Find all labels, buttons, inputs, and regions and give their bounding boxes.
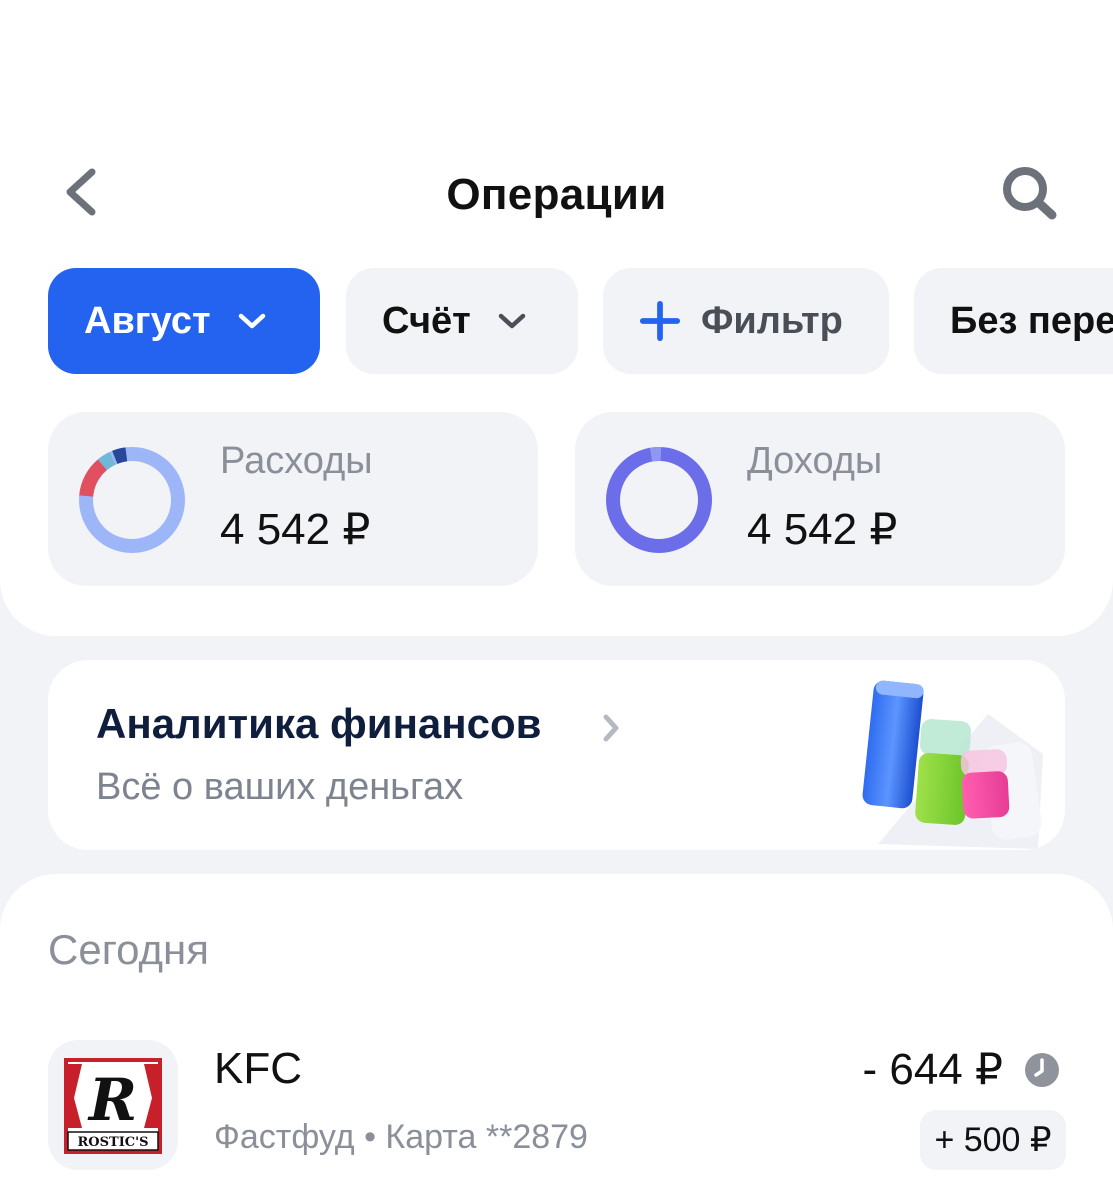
expenses-label: Расходы: [220, 440, 373, 482]
top-panel: Операции Август Счёт Фильтр Без пере Рас…: [0, 0, 1113, 636]
expenses-card[interactable]: Расходы 4 542 ₽: [48, 412, 538, 586]
bar-chart-illustration-icon: [862, 680, 1043, 849]
clock-icon: [1025, 1053, 1059, 1087]
add-filter-label: Фильтр: [701, 299, 843, 342]
plus-icon: [639, 300, 681, 342]
income-label: Доходы: [747, 440, 883, 482]
logo-text: ROSTIC'S: [78, 1135, 149, 1150]
expenses-donut-chart: [79, 447, 185, 553]
chevron-right-icon: [603, 714, 619, 742]
chevron-down-icon: [498, 313, 525, 329]
chevron-down-icon: [238, 313, 265, 329]
section-title-today: Сегодня: [48, 926, 209, 973]
rostics-logo-icon: R ROSTIC'S: [64, 1058, 162, 1154]
page-title: Операции: [446, 170, 667, 219]
month-filter-label: Август: [84, 299, 211, 342]
merchant-logo: R ROSTIC'S: [48, 1040, 178, 1170]
income-value: 4 542 ₽: [747, 505, 898, 554]
bonus-badge: + 500 ₽: [920, 1110, 1066, 1170]
account-filter-chip[interactable]: Счёт: [346, 268, 578, 374]
operation-amount: - 644 ₽: [862, 1045, 1003, 1094]
operations-panel: Сегодня R ROSTIC'S KFC Фастфуд • Карта *…: [0, 874, 1113, 1200]
income-card[interactable]: Доходы 4 542 ₽: [575, 412, 1065, 586]
analytics-banner[interactable]: Аналитика финансов Всё о ваших деньгах: [48, 660, 1065, 850]
transfers-filter-chip[interactable]: Без пере: [914, 268, 1113, 374]
analytics-title: Аналитика финансов: [96, 700, 542, 747]
logo-letter: R: [87, 1066, 137, 1134]
analytics-subtitle: Всё о ваших деньгах: [96, 766, 464, 808]
account-filter-label: Счёт: [382, 299, 471, 342]
merchant-name: KFC: [214, 1044, 302, 1093]
month-filter-chip[interactable]: Август: [48, 268, 320, 374]
expenses-value: 4 542 ₽: [220, 505, 371, 554]
income-donut-chart: [606, 447, 712, 553]
operation-meta: Фастфуд • Карта **2879: [214, 1118, 588, 1156]
transfers-filter-label: Без пере: [950, 299, 1113, 342]
search-icon[interactable]: [998, 164, 1060, 222]
add-filter-chip[interactable]: Фильтр: [603, 268, 889, 374]
